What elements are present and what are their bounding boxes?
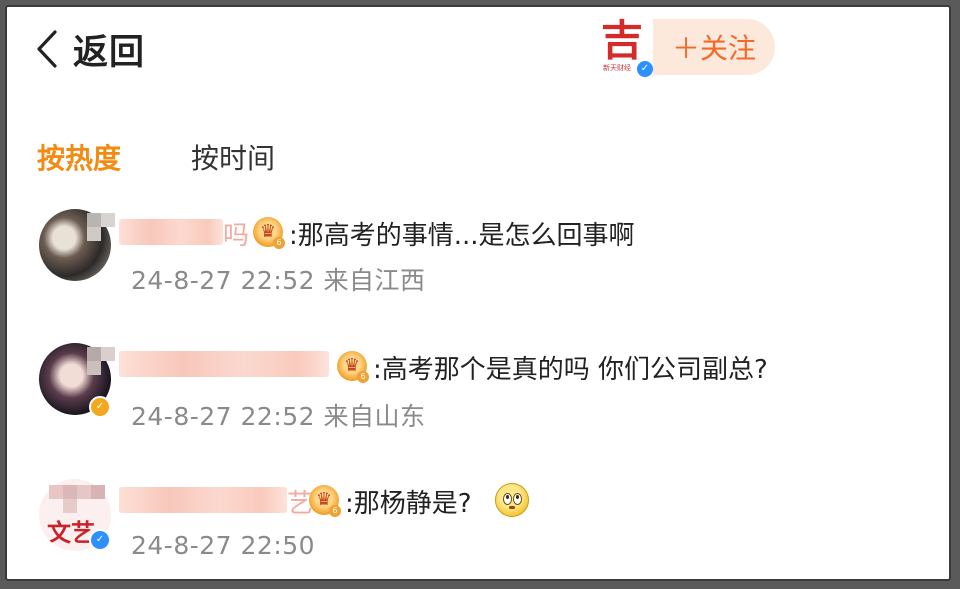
pixelation-block: [87, 213, 101, 227]
pixelation-block: [87, 227, 101, 241]
comment-meta: 24-8-27 22:52 来自山东: [131, 402, 426, 431]
comment-meta: 24-8-27 22:50: [131, 531, 316, 560]
verified-icon: ✓: [89, 396, 111, 418]
brand-logo-caption: 新天财经: [603, 64, 631, 72]
back-button[interactable]: 返回: [29, 23, 145, 75]
pixelation-block: [49, 485, 63, 499]
username-tail: 吗: [223, 221, 250, 251]
vip-crown-icon: ♛ 6: [309, 485, 341, 517]
follow-button[interactable]: ＋关注: [653, 19, 775, 75]
account-avatar[interactable]: 吉 新天财经 ✓: [595, 16, 655, 79]
username-redacted[interactable]: [119, 487, 287, 513]
pixelation-block: [87, 361, 101, 375]
pixelation-block: [91, 485, 105, 499]
back-label: 返回: [73, 32, 146, 73]
tab-by-time[interactable]: 按时间: [191, 137, 275, 177]
username-redacted[interactable]: [119, 219, 223, 245]
vip-crown-icon: ♛ 6: [337, 351, 369, 383]
pixelation-block: [63, 485, 77, 499]
pixelation-block: [87, 347, 101, 361]
tab-by-popularity[interactable]: 按热度: [37, 137, 121, 177]
username-redacted[interactable]: [119, 351, 329, 377]
verified-icon: ✓: [89, 529, 111, 551]
chevron-left-icon: [37, 30, 57, 68]
verified-icon: ✓: [635, 59, 655, 79]
vip-crown-icon: ♛ 6: [253, 217, 285, 249]
pixelation-block: [101, 347, 115, 361]
thinking-face-icon: [495, 483, 529, 517]
pixelation-block: [77, 485, 91, 499]
comment-text: :那高考的事情...是怎么回事啊: [289, 221, 635, 251]
comment-panel: 返回 吉 新天财经 ✓ ＋关注 按热度 按时间 吗 ♛ 6 :那高考的事情...是…: [5, 5, 951, 581]
pixelation-block: [63, 499, 77, 513]
brand-logo-icon: 吉: [601, 16, 644, 65]
comment-text: :高考那个是真的吗 你们公司副总?: [373, 355, 768, 385]
comment-text: :那杨静是?: [345, 489, 472, 519]
comment-meta: 24-8-27 22:52 来自江西: [131, 266, 426, 295]
avatar-text: 文艺: [47, 519, 95, 547]
pixelation-block: [101, 213, 115, 227]
